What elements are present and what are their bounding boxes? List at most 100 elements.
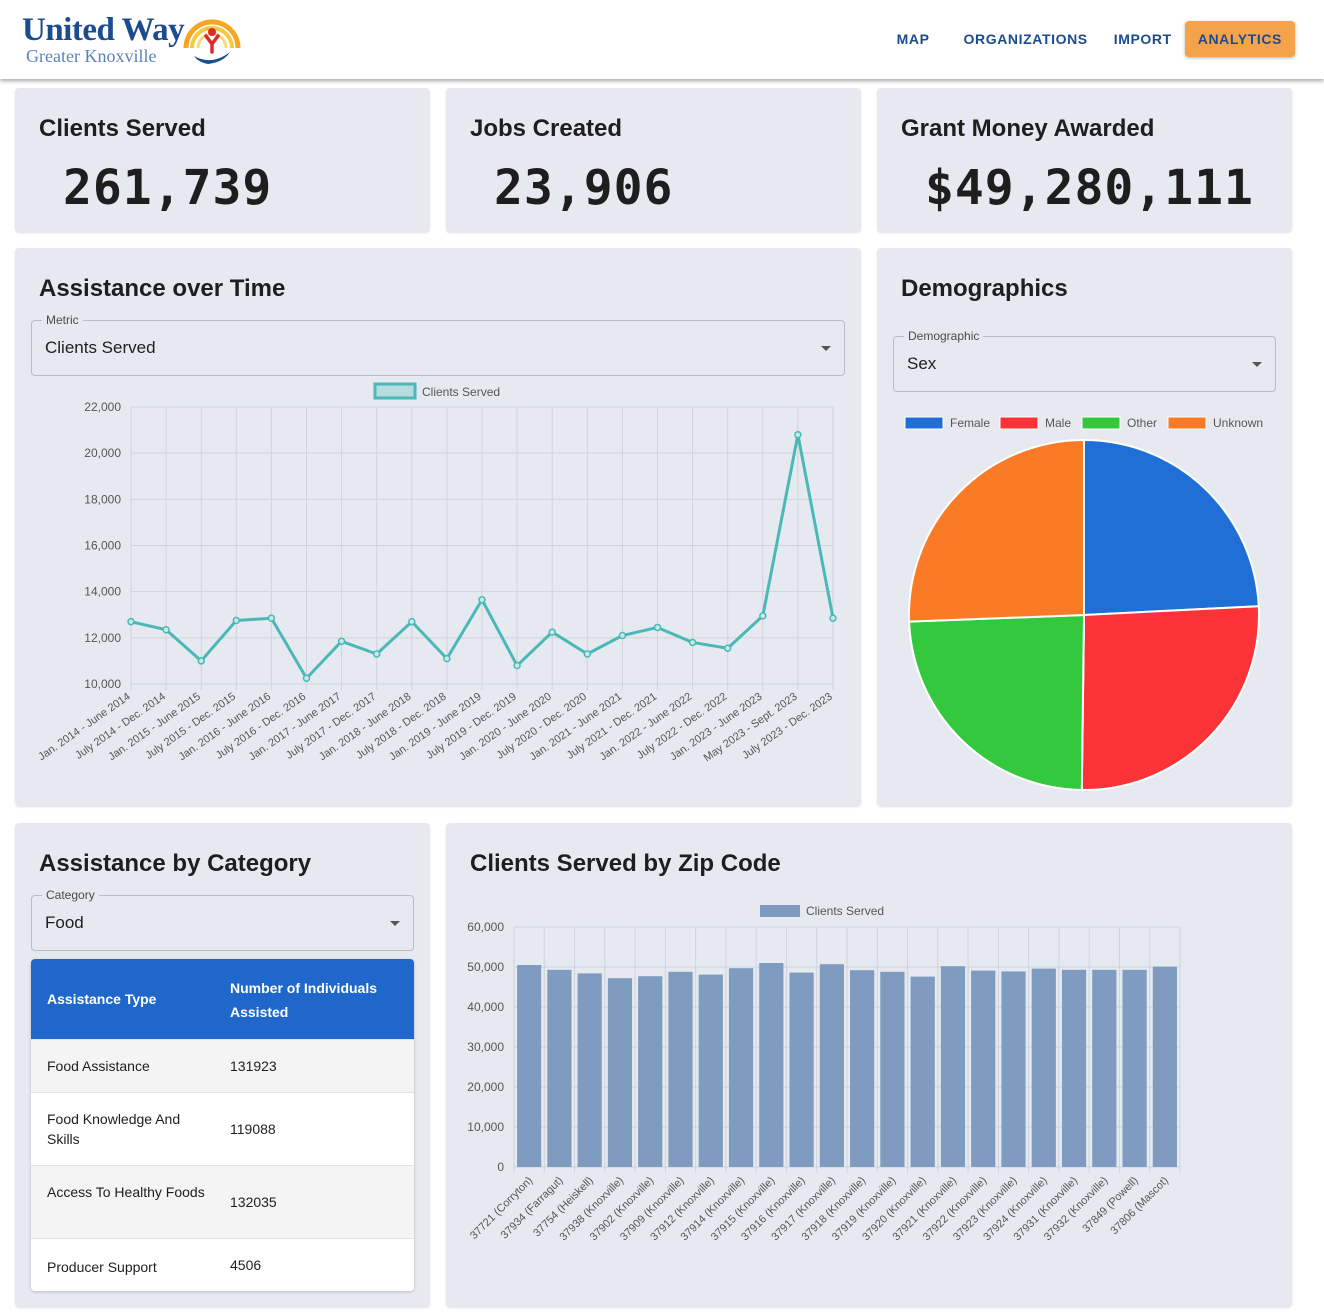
bar bbox=[940, 966, 966, 1167]
demographic-select[interactable]: Demographic Sex bbox=[893, 329, 1276, 392]
bar bbox=[1152, 966, 1177, 1167]
select-label: Category bbox=[42, 888, 99, 902]
y-tick-label: 22,000 bbox=[84, 400, 121, 414]
data-point bbox=[232, 616, 241, 625]
united-way-hand-icon bbox=[183, 19, 241, 64]
stat-title: Grant Money Awarded bbox=[901, 115, 1155, 142]
legend-swatch bbox=[999, 416, 1039, 430]
cell-count: 131923 bbox=[230, 1058, 277, 1074]
bar bbox=[668, 971, 693, 1167]
legend-label: Clients Served bbox=[422, 385, 500, 399]
stat-value: $49,280,111 bbox=[925, 160, 1254, 216]
select-label: Demographic bbox=[904, 329, 984, 343]
data-point bbox=[372, 650, 381, 658]
legend-swatch bbox=[760, 905, 800, 917]
data-point bbox=[653, 623, 662, 632]
select-value: Clients Served bbox=[45, 338, 156, 357]
pie-slice bbox=[908, 613, 1086, 791]
data-point bbox=[408, 617, 416, 626]
bar bbox=[1001, 971, 1026, 1167]
legend-label: Unknown bbox=[1213, 416, 1263, 430]
data-point bbox=[759, 612, 767, 620]
stat-card-clients: Clients Served 261,739 bbox=[15, 88, 430, 232]
pie-slice bbox=[1080, 605, 1260, 791]
table-header: Assistance Type Number of Individuals As… bbox=[31, 959, 414, 1039]
assistance-over-time-card: Assistance over Time Metric Clients Serv… bbox=[15, 248, 861, 806]
data-point bbox=[829, 614, 837, 622]
main-nav: MAP ORGANIZATIONS IMPORT ANALYTICS bbox=[884, 21, 1295, 57]
nav-map[interactable]: MAP bbox=[884, 21, 943, 57]
y-tick-label: 50,000 bbox=[467, 960, 504, 974]
data-point bbox=[162, 626, 170, 634]
stat-value: 23,906 bbox=[494, 160, 674, 216]
cell-type: Producer Support bbox=[47, 1259, 157, 1275]
data-point bbox=[794, 430, 802, 439]
data-point bbox=[443, 654, 451, 663]
y-tick-label: 30,000 bbox=[467, 1040, 504, 1054]
bar bbox=[638, 976, 663, 1167]
cell-count: 119088 bbox=[230, 1121, 276, 1137]
chevron-down-icon bbox=[821, 346, 831, 351]
data-point bbox=[688, 638, 697, 647]
y-tick-label: 40,000 bbox=[467, 1000, 504, 1014]
data-point bbox=[618, 631, 627, 640]
bar bbox=[880, 971, 905, 1167]
nav-import[interactable]: IMPORT bbox=[1101, 21, 1185, 57]
bar bbox=[910, 976, 935, 1167]
category-select[interactable]: Category Food bbox=[31, 888, 414, 951]
y-tick-label: 10,000 bbox=[84, 677, 121, 691]
card-title: Demographics bbox=[901, 275, 1068, 302]
stat-title: Clients Served bbox=[39, 115, 206, 142]
card-title: Assistance over Time bbox=[39, 275, 286, 302]
legend-swatch bbox=[1081, 416, 1121, 430]
cell-type: Food Assistance bbox=[47, 1058, 150, 1074]
nav-organizations[interactable]: ORGANIZATIONS bbox=[951, 21, 1101, 57]
stat-card-grants: Grant Money Awarded $49,280,111 bbox=[877, 88, 1292, 232]
y-tick-label: 14,000 bbox=[84, 585, 121, 599]
table-row: Food Assistance 131923 bbox=[31, 1039, 414, 1092]
metric-select[interactable]: Metric Clients Served bbox=[31, 313, 845, 376]
stat-card-jobs: Jobs Created 23,906 bbox=[446, 88, 861, 232]
bar-chart: Clients Served 60,000 50,000 40,000 30,000 20… bbox=[467, 904, 1181, 1243]
bar bbox=[1031, 968, 1056, 1167]
legend-swatch bbox=[373, 382, 417, 400]
bar bbox=[577, 973, 602, 1167]
pie-slice bbox=[1083, 438, 1260, 617]
bar bbox=[728, 968, 754, 1167]
stat-title: Jobs Created bbox=[470, 115, 623, 142]
bar bbox=[971, 970, 996, 1167]
cell-type: Access To Healthy Foods bbox=[47, 1184, 205, 1200]
data-point bbox=[337, 637, 346, 646]
bar bbox=[759, 963, 784, 1167]
table-row: Food Knowledge And Skills 119088 bbox=[31, 1092, 414, 1165]
chevron-down-icon bbox=[390, 921, 400, 926]
assistance-table: Assistance Type Number of Individuals As… bbox=[31, 959, 414, 1291]
clients-by-zip-card: Clients Served by Zip Code Clients Serve… bbox=[446, 823, 1292, 1307]
y-tick-label: 60,000 bbox=[467, 920, 504, 934]
data-point bbox=[478, 595, 486, 604]
bar bbox=[789, 972, 814, 1167]
bar bbox=[819, 964, 844, 1167]
nav-analytics[interactable]: ANALYTICS bbox=[1184, 21, 1295, 57]
bar bbox=[1092, 969, 1117, 1167]
y-tick-label: 20,000 bbox=[84, 446, 121, 460]
demographics-card: Demographics Demographic Sex Female Male O… bbox=[877, 248, 1292, 806]
column-header-assistance-type[interactable]: Assistance Type bbox=[47, 991, 156, 1007]
select-label: Metric bbox=[42, 313, 83, 327]
y-tick-label: 12,000 bbox=[84, 631, 121, 645]
data-point bbox=[302, 674, 311, 682]
logo-title: United Way bbox=[22, 12, 185, 48]
column-header-individuals[interactable]: Number of Individuals Assisted bbox=[230, 976, 390, 1024]
cell-count: 132035 bbox=[230, 1194, 277, 1210]
legend-swatch bbox=[904, 416, 944, 430]
cell-count: 4506 bbox=[230, 1257, 262, 1273]
line-chart: Clients Served 22,000 20,000 18,000 16,000 14… bbox=[36, 382, 837, 764]
pie-chart: Female Male Other Unknown bbox=[904, 416, 1263, 791]
y-tick-label: 10,000 bbox=[467, 1120, 504, 1134]
data-point bbox=[513, 661, 521, 670]
united-way-logo[interactable]: United Way Greater Knoxville bbox=[22, 8, 252, 74]
y-tick-label: 0 bbox=[497, 1160, 504, 1174]
cell-type: Food Knowledge And Skills bbox=[47, 1111, 181, 1147]
legend-label: Clients Served bbox=[806, 904, 884, 918]
y-tick-label: 20,000 bbox=[467, 1080, 504, 1094]
